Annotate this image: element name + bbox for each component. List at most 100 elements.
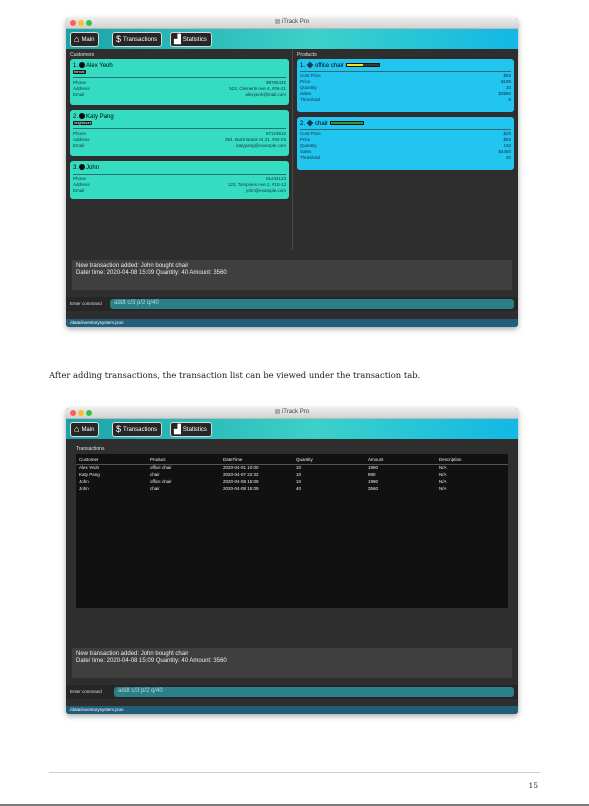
customer-phone: 91234123 — [265, 176, 286, 181]
stock-level-fill — [331, 122, 364, 124]
tab-transactions[interactable]: $ Transactions — [112, 422, 163, 437]
product-price: $89 — [503, 137, 511, 142]
app-window-transactions: iTrack Pro ⌂ Main $ Transactions ▟ Statisti… — [66, 408, 518, 714]
stock-level-bar — [330, 121, 365, 125]
tag-badge: neighbours — [73, 121, 93, 125]
product-name: office chair — [315, 63, 344, 69]
product-sales: $4450 — [498, 149, 511, 154]
window-title: iTrack Pro — [281, 19, 310, 26]
product-quantity: 20 — [505, 85, 511, 90]
home-icon: ⌂ — [74, 34, 80, 44]
customer-phone: 98765432 — [265, 80, 286, 85]
customer-email: katypang@example.com — [236, 143, 286, 148]
tab-main[interactable]: ⌂ Main — [70, 32, 100, 47]
divider — [300, 129, 511, 130]
app-icon — [274, 409, 280, 414]
chart-icon: ▟ — [174, 34, 181, 44]
status-bar: ./data/inventorysystem.json — [66, 706, 518, 714]
result-line: New transaction added: John bought chair — [76, 651, 189, 657]
document-page: iTrack Pro ⌂ Main $ Transactions ▟ Statisti… — [0, 0, 589, 804]
column-header[interactable]: DateTime — [220, 456, 293, 465]
customer-address: 354, Bukit Batok St 31, #04-03 — [224, 137, 286, 142]
table-row[interactable]: John office chair 2020-04-08 15:09 10 1990 N/… — [76, 478, 508, 485]
result-line: Date/ time: 2020-04-08 15:09 Quantity: 4… — [76, 270, 227, 276]
status-bar: ./data/inventorysystem.json — [66, 319, 518, 327]
customers-header: Customers — [70, 52, 95, 58]
stock-level-fill — [346, 64, 363, 66]
result-display: New transaction added: John bought chair… — [72, 260, 512, 290]
stock-level-bar — [345, 63, 380, 67]
command-label: Enter command — [70, 689, 102, 694]
product-sales: $3980 — [498, 91, 511, 96]
product-cost-price: $20 — [503, 131, 511, 136]
dollar-icon: $ — [116, 424, 122, 434]
app-icon — [274, 19, 280, 24]
title-bar: iTrack Pro — [66, 408, 518, 419]
customer-name: Alex Yeoh — [86, 63, 113, 69]
customer-address: 123, Tampines Ave 2, #10-12 — [227, 182, 286, 187]
result-display: New transaction added: John bought chair… — [72, 648, 512, 678]
tab-transactions[interactable]: $ Transactions — [112, 32, 163, 47]
transactions-header: Transactions — [76, 446, 105, 452]
page-number: 15 — [528, 781, 538, 790]
title-bar: iTrack Pro — [66, 18, 518, 29]
panel-divider — [292, 50, 293, 250]
column-header[interactable]: Amount — [365, 456, 436, 465]
person-icon — [79, 113, 86, 119]
product-threshold: 8 — [508, 97, 511, 102]
dollar-icon: $ — [116, 34, 122, 44]
command-input[interactable]: addt c/3 p/2 q/40 — [114, 687, 514, 697]
tab-statistics[interactable]: ▟ Statistics — [170, 422, 212, 437]
product-price: $199 — [500, 79, 511, 84]
result-line: Date/ time: 2020-04-08 15:09 Quantity: 4… — [76, 658, 227, 664]
transactions-table-panel: Customer Product DateTime Quantity Amoun… — [76, 454, 508, 608]
command-row: Enter command addt c/3 p/2 q/40 — [66, 297, 518, 311]
product-card[interactable]: 1. office chair Cost Price $69 Price $199 Q… — [297, 59, 514, 112]
tab-main[interactable]: ⌂ Main — [70, 422, 100, 437]
box-icon — [306, 119, 314, 127]
table-row[interactable]: Alex Yeoh office chair 2020-04-01 10:00 10 1… — [76, 464, 508, 471]
customer-card[interactable]: 1. Alex Yeoh friends Phone 98765432 Addres… — [70, 59, 289, 105]
divider — [73, 77, 286, 78]
caption-paragraph: After adding transactions, the transacti… — [49, 370, 421, 380]
customer-email: alexyeoh@mail.com — [245, 92, 286, 97]
products-header: Products — [297, 52, 317, 58]
customer-address: 523, Clementi Ave 4, #06-21 — [229, 86, 286, 91]
table-header-row: Customer Product DateTime Quantity Amoun… — [76, 456, 508, 465]
box-icon — [306, 61, 314, 69]
person-icon — [79, 62, 86, 68]
customer-phone: 87123612 — [265, 131, 286, 136]
tag-badge: friends — [73, 70, 86, 74]
table-row[interactable]: Katy Pang chair 2020-04-07 22:32 10 890 N/A — [76, 471, 508, 478]
command-row: Enter command addt c/3 p/2 q/40 — [66, 685, 518, 699]
customer-name: John — [86, 165, 100, 171]
person-icon — [79, 164, 86, 170]
product-cost-price: $69 — [503, 73, 511, 78]
divider — [73, 174, 286, 175]
column-header[interactable]: Quantity — [293, 456, 365, 465]
customer-name: Katy Pang — [86, 114, 114, 120]
customer-card[interactable]: 2. Katy Pang neighbours Phone 87123612 Add… — [70, 110, 289, 156]
divider — [300, 71, 511, 72]
column-header[interactable]: Customer — [76, 456, 147, 465]
customer-email: john@example.com — [246, 188, 286, 193]
tab-bar: ⌂ Main $ Transactions ▟ Statistics — [66, 419, 518, 439]
command-label: Enter command — [70, 301, 102, 306]
tab-bar: ⌂ Main $ Transactions ▟ Statistics — [66, 29, 518, 49]
column-header[interactable]: Product — [147, 456, 220, 465]
command-input[interactable]: addt c/3 p/2 q/40 — [110, 299, 514, 309]
divider — [73, 128, 286, 129]
product-name: chair — [315, 121, 329, 127]
result-line: New transaction added: John bought chair — [76, 263, 189, 269]
tab-statistics[interactable]: ▟ Statistics — [170, 32, 212, 47]
table-row[interactable]: John chair 2020-04-08 15:09 40 3560 N/A — [76, 485, 508, 492]
app-window-main: iTrack Pro ⌂ Main $ Transactions ▟ Statisti… — [66, 18, 518, 327]
product-card[interactable]: 2. chair Cost Price $20 Price $89 Quantity 1… — [297, 117, 514, 170]
footer-rule — [49, 772, 540, 773]
chart-icon: ▟ — [174, 424, 181, 434]
column-header[interactable]: Description — [436, 456, 508, 465]
window-title: iTrack Pro — [281, 409, 310, 416]
product-quantity: 150 — [503, 143, 511, 148]
product-threshold: 40 — [505, 155, 511, 160]
customer-card[interactable]: 3. John Phone 91234123 Address 123, Tampine… — [70, 161, 289, 199]
